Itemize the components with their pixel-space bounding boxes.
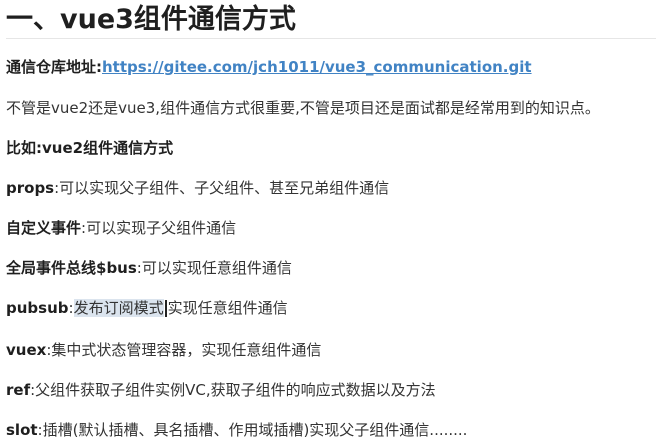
list-item-event-bus: 全局事件总线$bus:可以实现任意组件通信 (6, 257, 292, 279)
list-item-props: props:可以实现父子组件、子父组件、甚至兄弟组件通信 (6, 177, 389, 199)
term-props: props (6, 179, 55, 197)
list-item-pubsub: pubsub:发布订阅模式 实现任意组件通信 (6, 297, 288, 319)
desc-pubsub-prefix: : (68, 299, 74, 317)
list-item-custom-event: 自定义事件:可以实现子父组件通信 (6, 217, 236, 239)
desc-props: :可以实现父子组件、子父组件、甚至兄弟组件通信 (54, 179, 390, 197)
term-ref: ref (6, 381, 31, 399)
desc-custom-event: :可以实现子父组件通信 (81, 219, 237, 237)
term-vuex: vuex (6, 341, 47, 359)
desc-event-bus: :可以实现任意组件通信 (136, 259, 292, 277)
repo-label: 通信仓库地址: (6, 58, 102, 76)
list-item-vuex: vuex:集中式状态管理容器，实现任意组件通信 (6, 339, 321, 361)
repo-link[interactable]: https://gitee.com/jch1011/vue3_communica… (102, 58, 532, 76)
desc-pubsub-suffix: 实现任意组件通信 (167, 299, 288, 317)
intro-paragraph: 不管是vue2还是vue3,组件通信方式很重要,不管是项目还是面试都是经常用到的… (6, 99, 600, 117)
subheading: 比如:vue2组件通信方式 (6, 139, 174, 157)
desc-vuex: :集中式状态管理容器，实现任意组件通信 (46, 341, 322, 359)
selected-text[interactable]: 发布订阅模式 (73, 299, 164, 317)
term-slot: slot (6, 421, 38, 439)
list-item-ref: ref:父组件获取子组件实例VC,获取子组件的响应式数据以及方法 (6, 379, 436, 401)
list-item-slot: slot:插槽(默认插槽、具名插槽、作用域插槽)实现父子组件通信........ (6, 419, 467, 441)
repo-line: 通信仓库地址:https://gitee.com/jch1011/vue3_co… (6, 56, 532, 78)
page-title: 一、vue3组件通信方式 (6, 2, 656, 39)
term-pubsub: pubsub (6, 299, 69, 317)
term-event-bus: 全局事件总线$bus (6, 259, 137, 277)
document: 一、vue3组件通信方式 通信仓库地址:https://gitee.com/jc… (0, 0, 663, 444)
desc-ref: :父组件获取子组件实例VC,获取子组件的响应式数据以及方法 (30, 381, 436, 399)
desc-slot: :插槽(默认插槽、具名插槽、作用域插槽)实现父子组件通信........ (37, 421, 468, 439)
text-cursor-icon (164, 300, 167, 317)
term-custom-event: 自定义事件 (6, 219, 82, 237)
